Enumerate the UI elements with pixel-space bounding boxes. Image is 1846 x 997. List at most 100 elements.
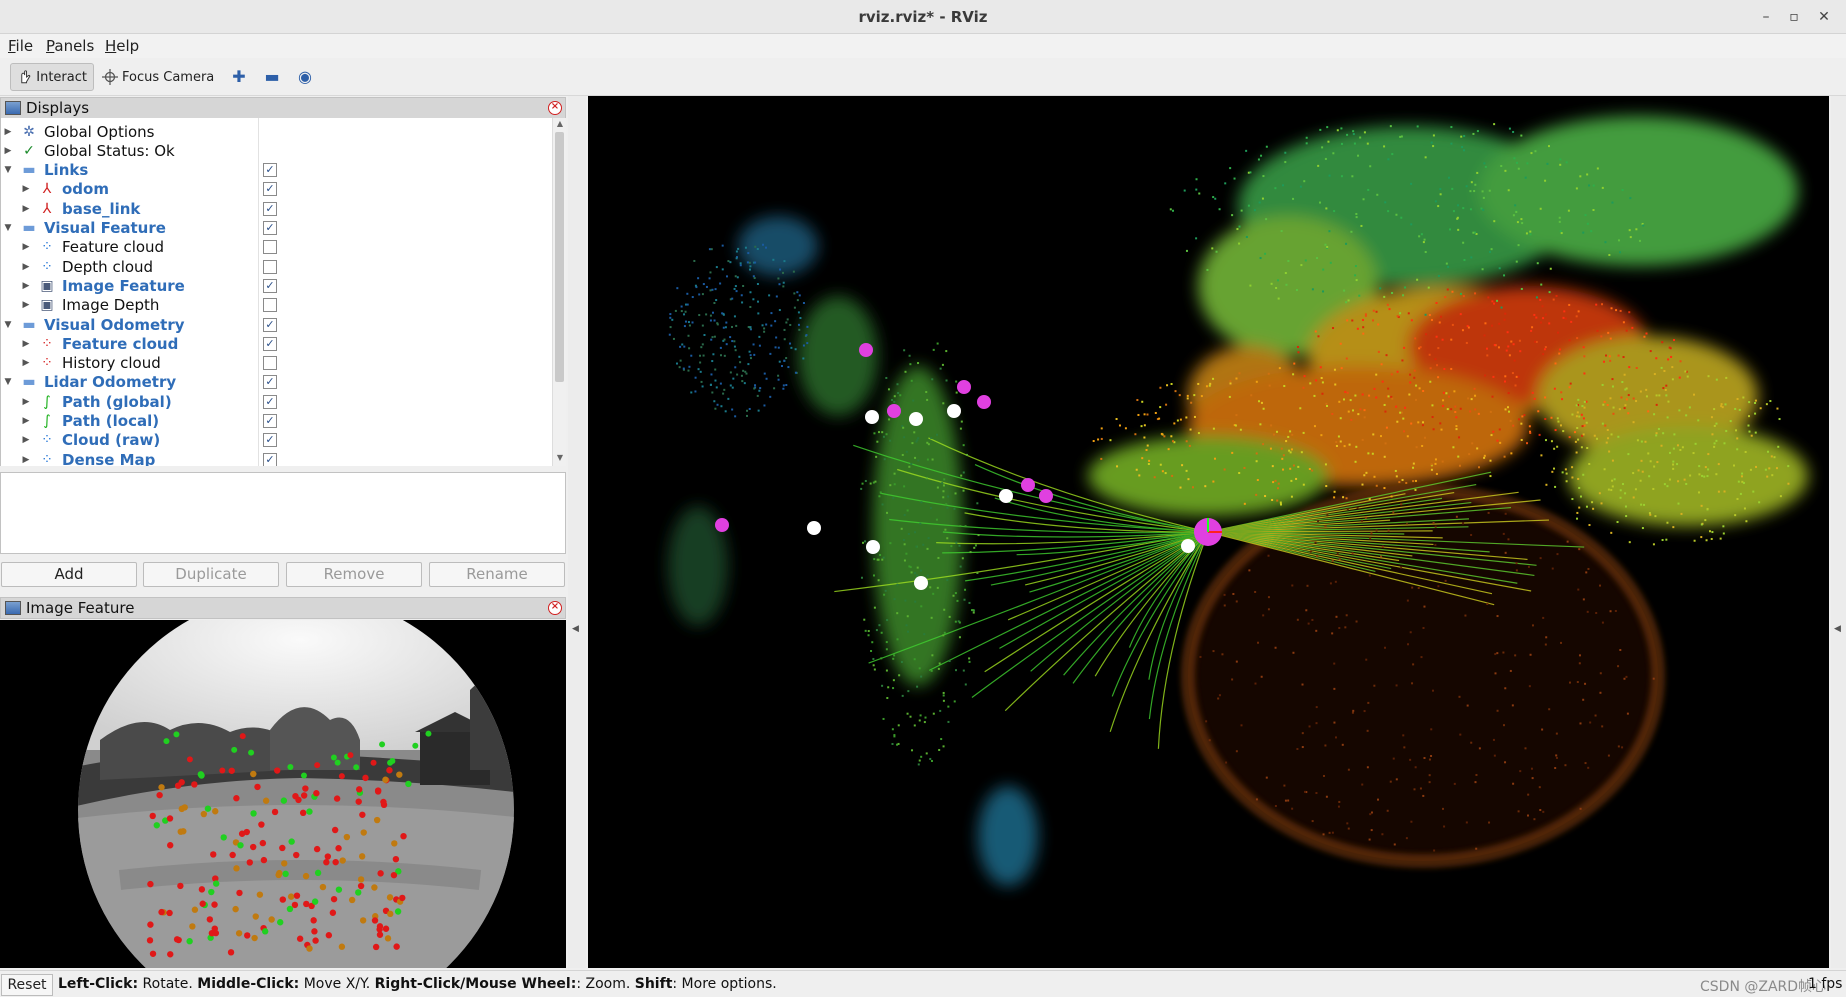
collapsed-arrow-icon[interactable]: ▶ [21, 281, 31, 291]
enable-checkbox[interactable]: ✓ [263, 433, 277, 448]
display-row[interactable]: ▼ ▬ Visual Feature ✓ [1, 219, 552, 238]
map-point [734, 366, 737, 369]
collapsed-arrow-icon[interactable]: ▶ [21, 262, 31, 272]
menu-panels[interactable]: Panels [46, 37, 94, 55]
enable-checkbox[interactable]: ✓ [263, 394, 277, 409]
menu-file[interactable]: File [8, 37, 33, 55]
display-row[interactable]: ▶ ∫ Path (global) ✓ [1, 392, 552, 411]
expanded-arrow-icon[interactable]: ▼ [3, 165, 13, 175]
scroll-up-arrow-icon[interactable]: ▲ [553, 119, 567, 131]
map-point [1582, 346, 1585, 349]
enable-checkbox[interactable]: ✓ [263, 414, 277, 428]
collapse-right-arrow-icon[interactable]: ◀ [1834, 624, 1841, 634]
display-row[interactable]: ▶ ⅄ base_link ✓ [1, 199, 552, 218]
map-point [1340, 367, 1343, 370]
enable-checkbox[interactable]: ✓ [263, 182, 277, 197]
displays-scrollbar[interactable]: ▲ ▼ [552, 118, 566, 466]
display-row[interactable]: ▶ ⁘ Feature cloud ✓ [1, 334, 552, 353]
collapsed-arrow-icon[interactable]: ▶ [21, 435, 31, 445]
enable-checkbox[interactable] [263, 240, 277, 255]
property-description-area [0, 472, 566, 554]
map-point [1554, 767, 1557, 770]
close-window-button[interactable]: ✕ [1813, 6, 1835, 28]
feature-point [248, 749, 255, 756]
scroll-down-arrow-icon[interactable]: ▼ [553, 453, 567, 465]
map-point [1173, 422, 1176, 425]
close-image-panel-icon[interactable]: × [548, 601, 562, 615]
reset-button[interactable]: Reset [1, 974, 53, 996]
collapsed-arrow-icon[interactable]: ▶ [3, 146, 13, 156]
focus-camera-tool-button[interactable]: Focus Camera [96, 63, 220, 91]
left-splitter[interactable]: ◀ [568, 96, 586, 968]
collapsed-arrow-icon[interactable]: ▶ [3, 127, 13, 137]
feature-point [186, 756, 193, 763]
scroll-thumb[interactable] [555, 132, 564, 382]
enable-checkbox[interactable]: ✓ [263, 278, 277, 293]
enable-checkbox[interactable] [263, 298, 277, 313]
display-row[interactable]: ▶ ∫ Path (local) ✓ [1, 412, 552, 431]
collapsed-arrow-icon[interactable]: ▶ [21, 455, 31, 465]
map-point [1372, 319, 1375, 322]
collapsed-arrow-icon[interactable]: ▶ [21, 242, 31, 252]
map-point [1519, 350, 1522, 353]
display-row[interactable]: ▶ ⁘ Feature cloud [1, 238, 552, 257]
add-display-button[interactable]: Add [1, 562, 137, 587]
render-3d-view[interactable] [588, 96, 1829, 968]
right-splitter[interactable]: ◀ [1831, 96, 1846, 968]
enable-checkbox[interactable] [263, 356, 277, 371]
map-point [1601, 383, 1604, 386]
display-row[interactable]: ▶ ✲ Global Options [1, 122, 552, 141]
collapse-left-arrow-icon[interactable]: ◀ [572, 624, 579, 634]
map-point [1197, 382, 1200, 385]
minus-icon[interactable]: ▬ [261, 66, 283, 88]
map-point [1238, 242, 1241, 245]
display-row[interactable]: ▼ ▬ Visual Odometry ✓ [1, 315, 552, 334]
enable-checkbox[interactable]: ✓ [263, 452, 277, 466]
map-point [931, 458, 934, 461]
collapsed-arrow-icon[interactable]: ▶ [21, 397, 31, 407]
expanded-arrow-icon[interactable]: ▼ [3, 223, 13, 233]
map-point [754, 261, 757, 264]
display-row[interactable]: ▶ ▣ Image Feature ✓ [1, 276, 552, 295]
display-row[interactable]: ▶ ⁘ Depth cloud [1, 257, 552, 276]
display-row[interactable]: ▶ ⁘ History cloud [1, 354, 552, 373]
enable-checkbox[interactable]: ✓ [263, 375, 277, 390]
display-row[interactable]: ▶ ⁘ Cloud (raw) ✓ [1, 431, 552, 450]
enable-checkbox[interactable]: ✓ [263, 317, 277, 332]
enable-checkbox[interactable]: ✓ [263, 163, 277, 178]
map-point [734, 415, 737, 418]
display-row[interactable]: ▶ ⅄ odom ✓ [1, 180, 552, 199]
minimize-button[interactable]: – [1755, 6, 1777, 28]
rename-display-button[interactable]: Rename [429, 562, 565, 587]
restore-button[interactable]: ▫ [1783, 6, 1805, 28]
display-row[interactable]: ▶ ✓ Global Status: Ok [1, 141, 552, 160]
enable-checkbox[interactable] [263, 259, 277, 274]
plus-icon[interactable]: ✚ [228, 66, 250, 88]
expanded-arrow-icon[interactable]: ▼ [3, 320, 13, 330]
collapsed-arrow-icon[interactable]: ▶ [21, 416, 31, 426]
display-row[interactable]: ▼ ▬ Lidar Odometry ✓ [1, 373, 552, 392]
collapsed-arrow-icon[interactable]: ▶ [21, 339, 31, 349]
enable-checkbox[interactable]: ✓ [263, 336, 277, 351]
remove-display-button[interactable]: Remove [286, 562, 422, 587]
map-point [1368, 838, 1371, 841]
collapsed-arrow-icon[interactable]: ▶ [21, 204, 31, 214]
display-row[interactable]: ▶ ⁘ Dense Map ✓ [1, 450, 552, 466]
collapsed-arrow-icon[interactable]: ▶ [21, 300, 31, 310]
map-point [802, 344, 805, 347]
interact-tool-button[interactable]: Interact [10, 63, 94, 91]
close-panel-icon[interactable]: × [548, 101, 562, 115]
eye-icon[interactable]: ◉ [294, 66, 316, 88]
collapsed-arrow-icon[interactable]: ▶ [21, 184, 31, 194]
collapsed-arrow-icon[interactable]: ▶ [21, 358, 31, 368]
enable-checkbox[interactable]: ✓ [263, 201, 277, 216]
display-row[interactable]: ▶ ▣ Image Depth [1, 296, 552, 315]
map-point [941, 482, 944, 485]
duplicate-display-button[interactable]: Duplicate [143, 562, 279, 587]
display-row[interactable]: ▼ ▬ Links ✓ [1, 161, 552, 180]
map-point [1593, 434, 1596, 437]
enable-checkbox[interactable]: ✓ [263, 221, 277, 235]
image-feature-view[interactable] [0, 620, 566, 968]
expanded-arrow-icon[interactable]: ▼ [3, 377, 13, 387]
menu-help[interactable]: Help [105, 37, 139, 55]
